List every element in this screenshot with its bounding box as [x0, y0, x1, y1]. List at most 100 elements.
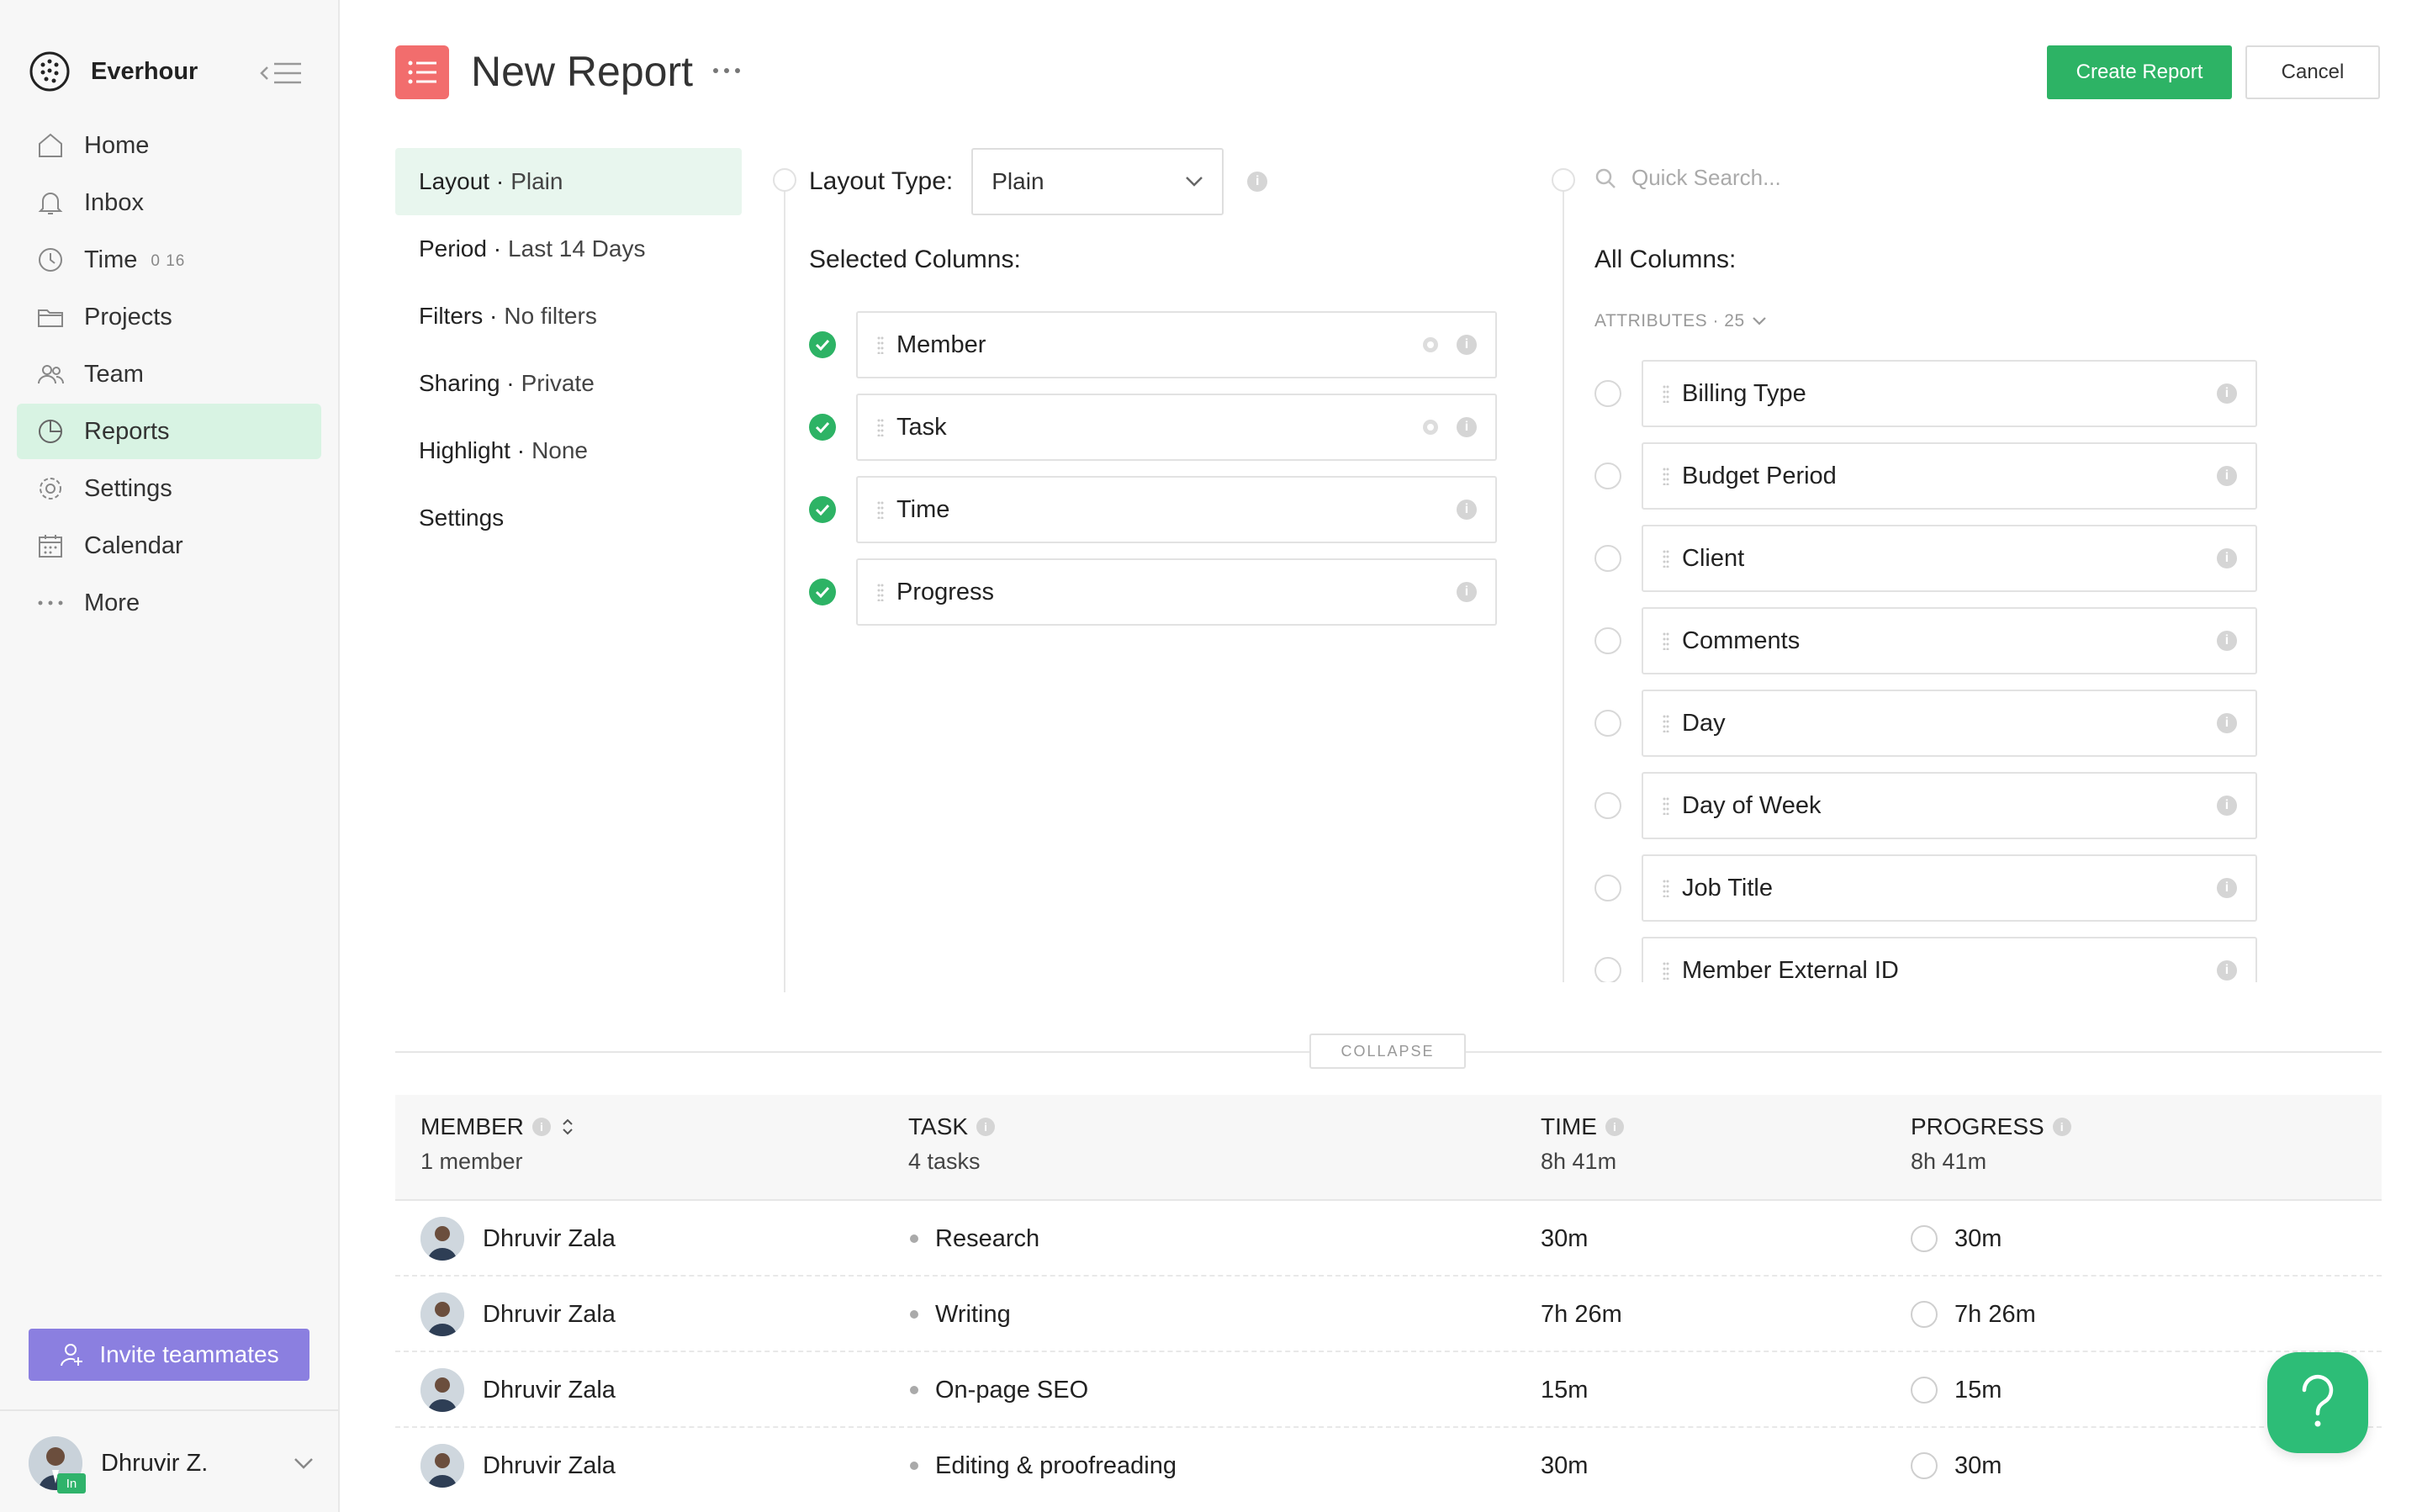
column-item[interactable]: Comments i [1642, 607, 2257, 674]
column-item[interactable]: Job Title i [1642, 854, 2257, 922]
info-icon[interactable]: i [2217, 548, 2237, 568]
quick-search[interactable]: Quick Search... [1594, 165, 1781, 191]
unchecked-icon[interactable] [1594, 792, 1621, 819]
drag-handle-icon[interactable] [1662, 549, 1670, 568]
info-icon[interactable]: i [2217, 383, 2237, 404]
sidebar-item-time[interactable]: Time 0 16 [17, 232, 321, 288]
drag-handle-icon[interactable] [1662, 961, 1670, 980]
column-item[interactable]: Client i [1642, 525, 2257, 592]
info-icon[interactable]: i [1605, 1118, 1624, 1136]
info-icon[interactable]: i [2217, 960, 2237, 981]
task-name[interactable]: Writing [935, 1301, 1011, 1329]
column-item[interactable]: Time i [856, 476, 1497, 543]
settings-item-sharing[interactable]: Sharing · Private [395, 350, 742, 417]
help-button[interactable] [2267, 1352, 2368, 1453]
info-icon[interactable]: i [2217, 631, 2237, 651]
drag-handle-icon[interactable] [1662, 796, 1670, 815]
info-icon[interactable]: i [2217, 466, 2237, 486]
sidebar-item-home[interactable]: Home [17, 118, 321, 173]
info-icon[interactable]: i [976, 1118, 996, 1136]
drag-handle-icon[interactable] [1662, 632, 1670, 650]
drag-handle-icon[interactable] [876, 500, 885, 519]
settings-item-period[interactable]: Period · Last 14 Days [395, 215, 742, 283]
column-item[interactable]: Day of Week i [1642, 772, 2257, 839]
sidebar-item-team[interactable]: Team [17, 346, 321, 402]
table-row[interactable]: Dhruvir Zala Editing & proofreading 30m … [395, 1428, 2382, 1504]
checked-icon[interactable] [809, 496, 836, 523]
sidebar-item-projects[interactable]: Projects [17, 289, 321, 345]
drag-handle-icon[interactable] [1662, 714, 1670, 732]
column-item[interactable]: Billing Type i [1642, 360, 2257, 427]
settings-item-filters[interactable]: Filters · No filters [395, 283, 742, 350]
sidebar-item-reports[interactable]: Reports [17, 404, 321, 459]
table-row[interactable]: Dhruvir Zala Writing 7h 26m 7h 26m [395, 1277, 2382, 1352]
invite-teammates-button[interactable]: Invite teammates [29, 1329, 309, 1381]
info-icon[interactable]: i [1457, 417, 1477, 437]
column-header-progress[interactable]: PROGRESS i 8h 41m [1911, 1113, 2071, 1175]
column-item[interactable]: Task i [856, 394, 1497, 461]
sidebar-item-more[interactable]: More [17, 575, 321, 631]
task-name[interactable]: On-page SEO [935, 1377, 1088, 1404]
checked-icon[interactable] [809, 579, 836, 605]
column-item[interactable]: Progress i [856, 558, 1497, 626]
checked-icon[interactable] [809, 331, 836, 358]
settings-item-highlight[interactable]: Highlight · None [395, 417, 742, 484]
info-icon[interactable]: i [1457, 335, 1477, 355]
attributes-group-toggle[interactable]: ATTRIBUTES · 25 [1594, 311, 1767, 331]
drag-handle-icon[interactable] [876, 583, 885, 601]
collapse-sidebar-icon[interactable] [259, 61, 303, 86]
unchecked-icon[interactable] [1594, 380, 1621, 407]
table-row[interactable]: Dhruvir Zala Research 30m 30m [395, 1201, 2382, 1277]
unchecked-icon[interactable] [1594, 545, 1621, 572]
collapse-button[interactable]: COLLAPSE [1309, 1034, 1466, 1069]
member-name: Dhruvir Zala [483, 1224, 616, 1252]
info-icon[interactable]: i [2217, 878, 2237, 898]
info-icon[interactable]: i [1247, 172, 1268, 192]
info-icon[interactable]: i [2217, 713, 2237, 733]
sidebar-item-calendar[interactable]: Calendar [17, 518, 321, 574]
drag-handle-icon[interactable] [1662, 384, 1670, 403]
drag-handle-icon[interactable] [876, 418, 885, 436]
cancel-button[interactable]: Cancel [2245, 45, 2380, 99]
unchecked-icon[interactable] [1594, 875, 1621, 901]
table-row[interactable]: Dhruvir Zala On-page SEO 15m 15m [395, 1352, 2382, 1428]
info-icon[interactable]: i [2052, 1118, 2071, 1136]
column-header-time[interactable]: TIME i 8h 41m [1541, 1113, 1624, 1175]
settings-item-settings[interactable]: Settings [395, 484, 742, 552]
drag-handle-icon[interactable] [1662, 467, 1670, 485]
info-icon[interactable]: i [531, 1118, 551, 1136]
info-icon[interactable]: i [2217, 796, 2237, 816]
sidebar-item-settings[interactable]: Settings [17, 461, 321, 516]
column-label: Progress [896, 578, 995, 605]
time-counter: 0 16 [151, 252, 186, 270]
settings-item-layout[interactable]: Layout · Plain [395, 148, 742, 215]
column-item[interactable]: Member i [856, 311, 1497, 378]
avatar: In [29, 1436, 86, 1493]
sidebar-item-inbox[interactable]: Inbox [17, 175, 321, 230]
task-name[interactable]: Research [935, 1225, 1039, 1253]
create-report-button[interactable]: Create Report [2047, 45, 2232, 99]
unchecked-icon[interactable] [1594, 627, 1621, 654]
column-item[interactable]: Member External ID i [1642, 937, 2257, 982]
unchecked-icon[interactable] [1594, 957, 1621, 982]
drag-handle-icon[interactable] [876, 336, 885, 354]
task-name[interactable]: Editing & proofreading [935, 1452, 1177, 1480]
more-options-icon[interactable] [711, 62, 742, 79]
gear-icon[interactable] [1420, 334, 1441, 356]
checked-icon[interactable] [809, 414, 836, 441]
column-item[interactable]: Day i [1642, 690, 2257, 757]
info-icon[interactable]: i [1457, 582, 1477, 602]
search-input[interactable]: Quick Search... [1631, 165, 1781, 191]
gear-icon[interactable] [1420, 416, 1441, 438]
sort-icon[interactable] [561, 1116, 574, 1138]
column-header-member[interactable]: MEMBER i 1 member [420, 1113, 574, 1175]
info-icon[interactable]: i [1457, 500, 1477, 520]
user-menu[interactable]: In Dhruvir Z. [29, 1435, 315, 1493]
unchecked-icon[interactable] [1594, 710, 1621, 737]
drag-handle-icon[interactable] [1662, 879, 1670, 897]
layout-type-select[interactable]: Plain [971, 148, 1224, 215]
unchecked-icon[interactable] [1594, 463, 1621, 489]
brand[interactable]: Everhour [29, 50, 198, 93]
column-item[interactable]: Budget Period i [1642, 442, 2257, 510]
column-header-task[interactable]: TASK i 4 tasks [908, 1113, 996, 1175]
